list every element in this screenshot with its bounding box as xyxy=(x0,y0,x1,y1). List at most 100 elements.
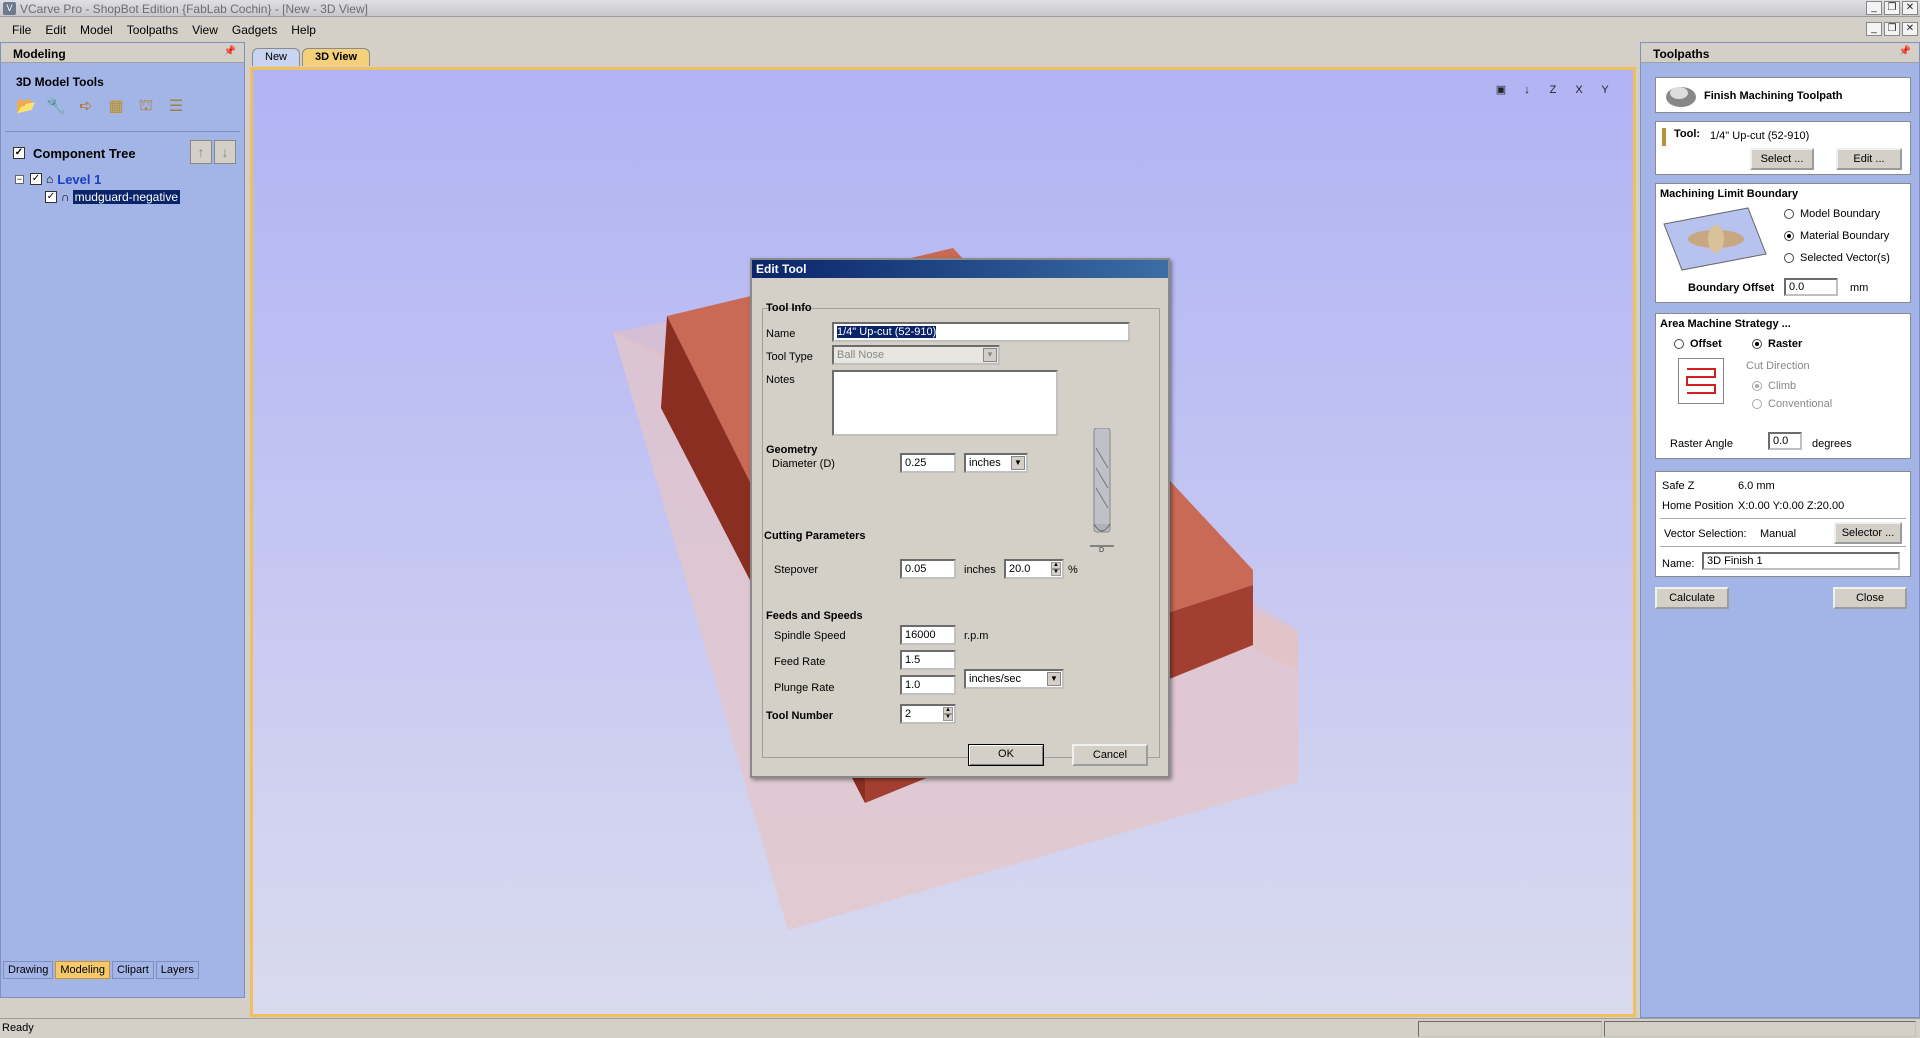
offset-radio[interactable]: Offset xyxy=(1674,338,1722,350)
spinner: ▲ ▼ xyxy=(1051,562,1061,576)
model-boundary-radio[interactable]: Model Boundary xyxy=(1784,208,1880,220)
collapse-icon[interactable]: − xyxy=(15,174,24,184)
layers-icon[interactable]: ☰ xyxy=(165,95,187,117)
menu-file[interactable]: File xyxy=(6,23,39,37)
stepover-percent-input[interactable]: 20.0 ▲ ▼ xyxy=(1004,559,1064,579)
tools-title: 3D Model Tools xyxy=(16,75,104,89)
tab-drawing[interactable]: Drawing xyxy=(3,961,54,979)
tab-new[interactable]: New xyxy=(252,48,301,66)
tree-row-item[interactable]: ✓ ∩ mudguard-negative xyxy=(15,188,244,206)
status-segment xyxy=(1604,1021,1916,1037)
spinner: ▲ ▼ xyxy=(943,707,953,721)
tool-number-input[interactable]: 2 ▲ ▼ xyxy=(900,704,956,724)
material-boundary-radio[interactable]: Material Boundary xyxy=(1784,230,1889,242)
item-label[interactable]: mudguard-negative xyxy=(72,190,181,204)
tab-layers[interactable]: Layers xyxy=(155,961,199,979)
calculate-button[interactable]: Calculate xyxy=(1655,587,1729,609)
pin-icon[interactable]: 📌 xyxy=(1899,46,1911,57)
menu-bar: File Edit Model Toolpaths View Gadgets H… xyxy=(0,20,1920,40)
menu-gadgets[interactable]: Gadgets xyxy=(226,23,285,37)
doc-restore-button[interactable]: ❐ xyxy=(1884,22,1900,36)
raster-radio[interactable]: Raster xyxy=(1752,338,1802,350)
pin-icon[interactable]: 📌 xyxy=(224,46,236,57)
selected-vectors-radio[interactable]: Selected Vector(s) xyxy=(1784,252,1890,264)
plunge-rate-input[interactable]: 1.0 xyxy=(900,675,956,695)
edit-tool-button[interactable]: Edit ... xyxy=(1836,148,1902,170)
tool-name-input[interactable]: 1/4" Up-cut (52-910) xyxy=(832,322,1130,342)
move-down-button[interactable]: ↓ xyxy=(214,140,236,164)
toolpath-name-input[interactable]: 3D Finish 1 xyxy=(1702,552,1900,570)
spindle-label: Spindle Speed xyxy=(774,630,846,642)
selector-button[interactable]: Selector ... xyxy=(1834,522,1902,544)
panel-header: Toolpaths 📌 xyxy=(1641,43,1919,63)
rate-unit-select[interactable]: inches/sec ▼ xyxy=(964,669,1064,689)
panel-title: Modeling xyxy=(13,47,66,61)
tool-type-label: Tool Type xyxy=(766,351,813,363)
move-up-button[interactable]: ↑ xyxy=(190,140,212,164)
raster-angle-input[interactable]: 0.0 xyxy=(1768,432,1802,450)
panel-title: Toolpaths xyxy=(1653,47,1710,61)
geometry-label: Geometry xyxy=(766,444,818,456)
strategy-box: Area Machine Strategy ... Offset Raster … xyxy=(1655,313,1911,459)
diameter-input[interactable]: 0.25 xyxy=(900,453,956,473)
conventional-radio[interactable]: Conventional xyxy=(1752,398,1832,410)
tab-modeling[interactable]: Modeling xyxy=(55,961,110,979)
vector-selection-label: Vector Selection: xyxy=(1664,528,1747,540)
diameter-unit-select[interactable]: inches ▼ xyxy=(964,453,1028,473)
minimize-button[interactable]: _ xyxy=(1866,1,1882,15)
restore-button[interactable]: ❐ xyxy=(1884,1,1900,15)
close-button[interactable]: Close xyxy=(1833,587,1907,609)
notes-textarea[interactable] xyxy=(832,370,1058,436)
name-label: Name: xyxy=(1662,558,1695,570)
iso-view-icon[interactable]: ↓ xyxy=(1517,80,1537,98)
z-view-icon[interactable]: Z xyxy=(1543,80,1563,98)
level-label[interactable]: Level 1 xyxy=(57,172,101,187)
spindle-unit: r.p.m xyxy=(964,630,989,642)
status-segment xyxy=(1418,1021,1602,1037)
wrench-icon[interactable]: 🔧 xyxy=(45,95,67,117)
tool-type-select[interactable]: Ball Nose ▼ xyxy=(832,345,1000,365)
feeds-label: Feeds and Speeds xyxy=(766,610,863,622)
zoom-fit-icon[interactable]: ▣ xyxy=(1491,80,1511,98)
import-model-icon[interactable]: 📂 xyxy=(15,95,37,117)
cancel-button[interactable]: Cancel xyxy=(1072,744,1148,766)
tree-row-level[interactable]: − ✓ ⌂ Level 1 xyxy=(15,170,244,188)
close-window-button[interactable]: ✕ xyxy=(1902,1,1918,15)
select-tool-button[interactable]: Select ... xyxy=(1750,148,1814,170)
tab-3d-view[interactable]: 3D View xyxy=(302,48,371,66)
doc-minimize-button[interactable]: _ xyxy=(1866,22,1882,36)
arrow-icon[interactable]: ➪ xyxy=(75,95,97,117)
item-checkbox[interactable]: ✓ xyxy=(45,191,57,203)
ok-button[interactable]: OK xyxy=(968,744,1044,766)
stepover-input[interactable]: 0.05 xyxy=(900,559,956,579)
level-checkbox[interactable]: ✓ xyxy=(30,173,42,185)
tool-value: 1/4" Up-cut (52-910) xyxy=(1710,130,1810,142)
diameter-label: Diameter (D) xyxy=(772,458,835,470)
feed-rate-input[interactable]: 1.5 xyxy=(900,650,956,670)
x-view-icon[interactable]: X xyxy=(1569,80,1589,98)
percent-label: % xyxy=(1068,564,1078,576)
grid-icon[interactable]: ▦ xyxy=(105,95,127,117)
shape-icon[interactable]: ⛫ xyxy=(135,95,157,117)
component-tree-checkbox[interactable]: ✓ xyxy=(13,147,25,159)
menu-toolpaths[interactable]: Toolpaths xyxy=(121,23,186,37)
menu-edit[interactable]: Edit xyxy=(39,23,74,37)
doc-close-button[interactable]: ✕ xyxy=(1902,22,1918,36)
diagram-dim-label: D xyxy=(1099,547,1104,552)
component-icon: ∩ xyxy=(61,190,70,204)
raster-angle-label: Raster Angle xyxy=(1670,438,1733,450)
tab-clipart[interactable]: Clipart xyxy=(112,961,154,979)
sphere-icon xyxy=(1666,87,1696,107)
chevron-down-icon: ▼ xyxy=(1047,672,1061,686)
menu-help[interactable]: Help xyxy=(285,23,324,37)
menu-model[interactable]: Model xyxy=(74,23,121,37)
title-bar: V VCarve Pro - ShopBot Edition {FabLab C… xyxy=(0,0,1920,17)
chevron-down-icon: ▼ xyxy=(983,348,997,362)
boundary-offset-input[interactable]: 0.0 xyxy=(1784,278,1838,296)
spindle-input[interactable]: 16000 xyxy=(900,625,956,645)
toolpath-title-box: Finish Machining Toolpath xyxy=(1655,77,1911,113)
menu-view[interactable]: View xyxy=(186,23,226,37)
boundary-offset-unit: mm xyxy=(1850,282,1869,294)
y-view-icon[interactable]: Y xyxy=(1595,80,1615,98)
climb-radio[interactable]: Climb xyxy=(1752,380,1796,392)
